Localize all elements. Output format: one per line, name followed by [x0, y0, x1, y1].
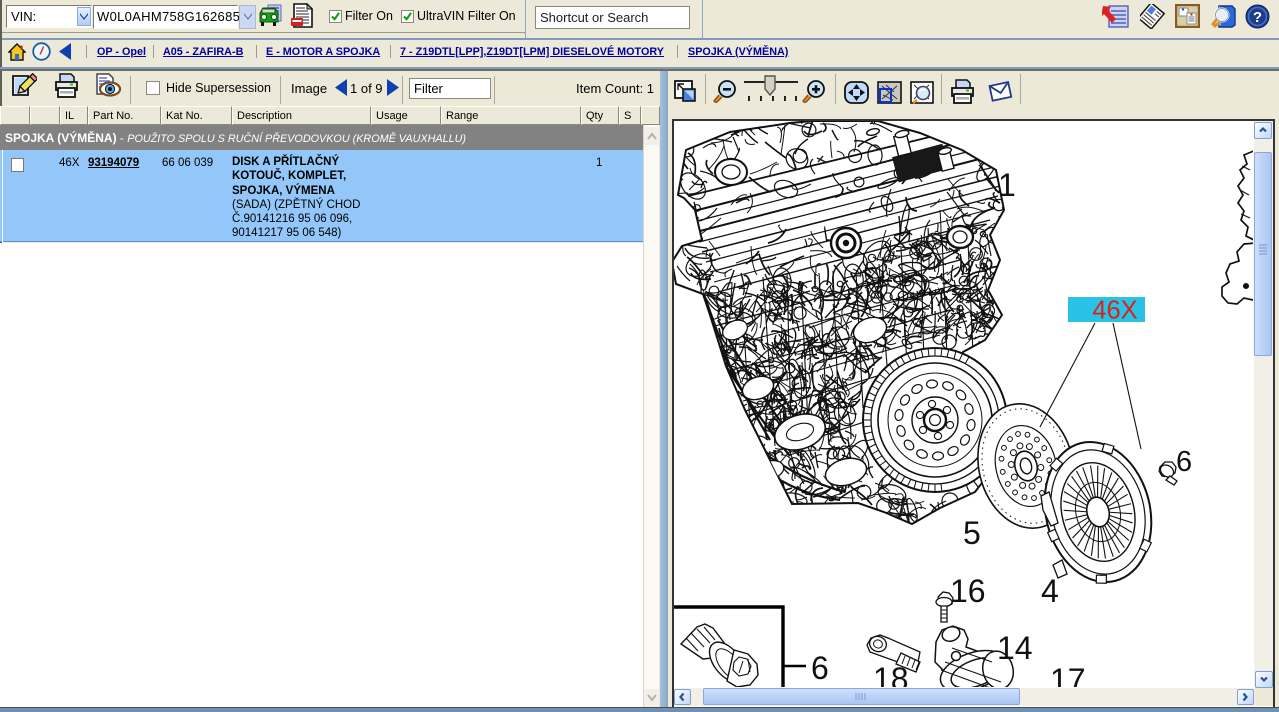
svg-text:17: 17 [1050, 662, 1086, 687]
svg-text:14: 14 [997, 630, 1033, 666]
svg-text:4: 4 [1041, 573, 1059, 609]
svg-text:?: ? [1253, 9, 1262, 26]
svg-text:1: 1 [998, 167, 1016, 203]
svg-text:5: 5 [963, 515, 981, 551]
svg-text:6: 6 [1176, 446, 1192, 478]
svg-text:18: 18 [873, 661, 909, 687]
svg-text:16: 16 [950, 573, 986, 609]
svg-text:46X: 46X [1092, 297, 1137, 325]
svg-text:6: 6 [811, 650, 829, 686]
